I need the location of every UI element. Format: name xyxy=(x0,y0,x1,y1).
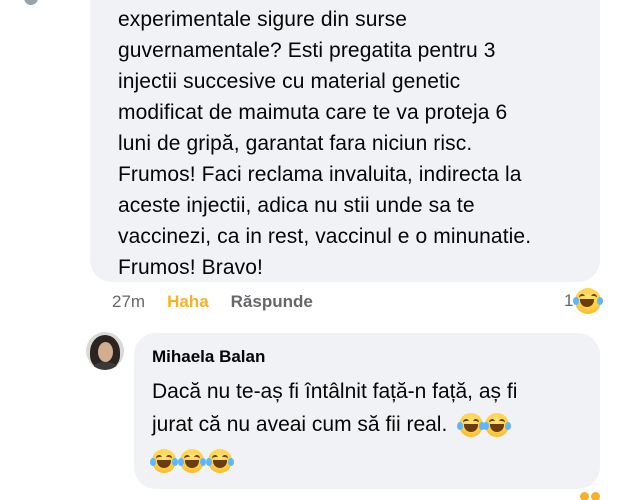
partial-avatar-edge xyxy=(24,0,38,5)
laughing-with-tears-emoji-icon xyxy=(206,449,234,473)
reply-author-name[interactable]: Mihaela Balan xyxy=(152,347,265,367)
comment-thread: experimentale sigure din surse guvername… xyxy=(0,0,624,500)
reply-text-line-with-emoji: jurat că nu aveai cum să fii real. xyxy=(152,408,584,441)
comment-text-line: aceste injectii, adica nu stii unde sa t… xyxy=(118,194,475,217)
comment-text-line: luni de gripă, garantat fara niciun risc… xyxy=(118,132,473,155)
partial-reaction-edge xyxy=(580,492,600,500)
reply-text-line: Dacă nu te-aș fi întâlnit față-n față, a… xyxy=(152,380,518,403)
laughing-with-tears-emoji-icon xyxy=(150,449,178,473)
emoji-row xyxy=(150,449,584,473)
comment-text-line: Frumos! Faci reclama invaluita, indirect… xyxy=(118,163,522,186)
comment-text-line: injectii succesive cu material genetic xyxy=(118,70,461,93)
comment-text-line: experimentale sigure din surse xyxy=(118,8,407,31)
laughing-with-tears-emoji-icon xyxy=(483,413,512,438)
comment-text-line: guvernamentale? Esti pregatita pentru 3 xyxy=(118,39,496,62)
avatar[interactable] xyxy=(86,332,124,370)
haha-reaction-button[interactable]: Haha xyxy=(167,292,209,312)
reaction-count: 1 xyxy=(564,291,574,310)
comment-timestamp[interactable]: 27m xyxy=(112,292,145,312)
reply-text: jurat că nu aveai cum să fii real. xyxy=(152,413,448,436)
laughing-with-tears-emoji-icon xyxy=(457,413,486,438)
comment-bubble: experimentale sigure din surse guvername… xyxy=(90,0,600,282)
comment-text-line: Frumos! Bravo! xyxy=(118,256,263,279)
reaction-summary[interactable]: 1 xyxy=(564,288,604,314)
laughing-with-tears-emoji-icon xyxy=(573,288,604,314)
comment-actions: 27m Haha Răspunde xyxy=(112,290,313,314)
laughing-with-tears-emoji-icon xyxy=(178,449,206,473)
comment-text-line: modificat de maimuta care te va proteja … xyxy=(118,101,508,124)
comment-text-line: vaccinezi, ca in rest, vaccinul e o minu… xyxy=(118,225,532,248)
reply-bubble: Mihaela Balan Dacă nu te-aș fi întâlnit … xyxy=(134,333,600,489)
reply-button[interactable]: Răspunde xyxy=(231,292,313,312)
